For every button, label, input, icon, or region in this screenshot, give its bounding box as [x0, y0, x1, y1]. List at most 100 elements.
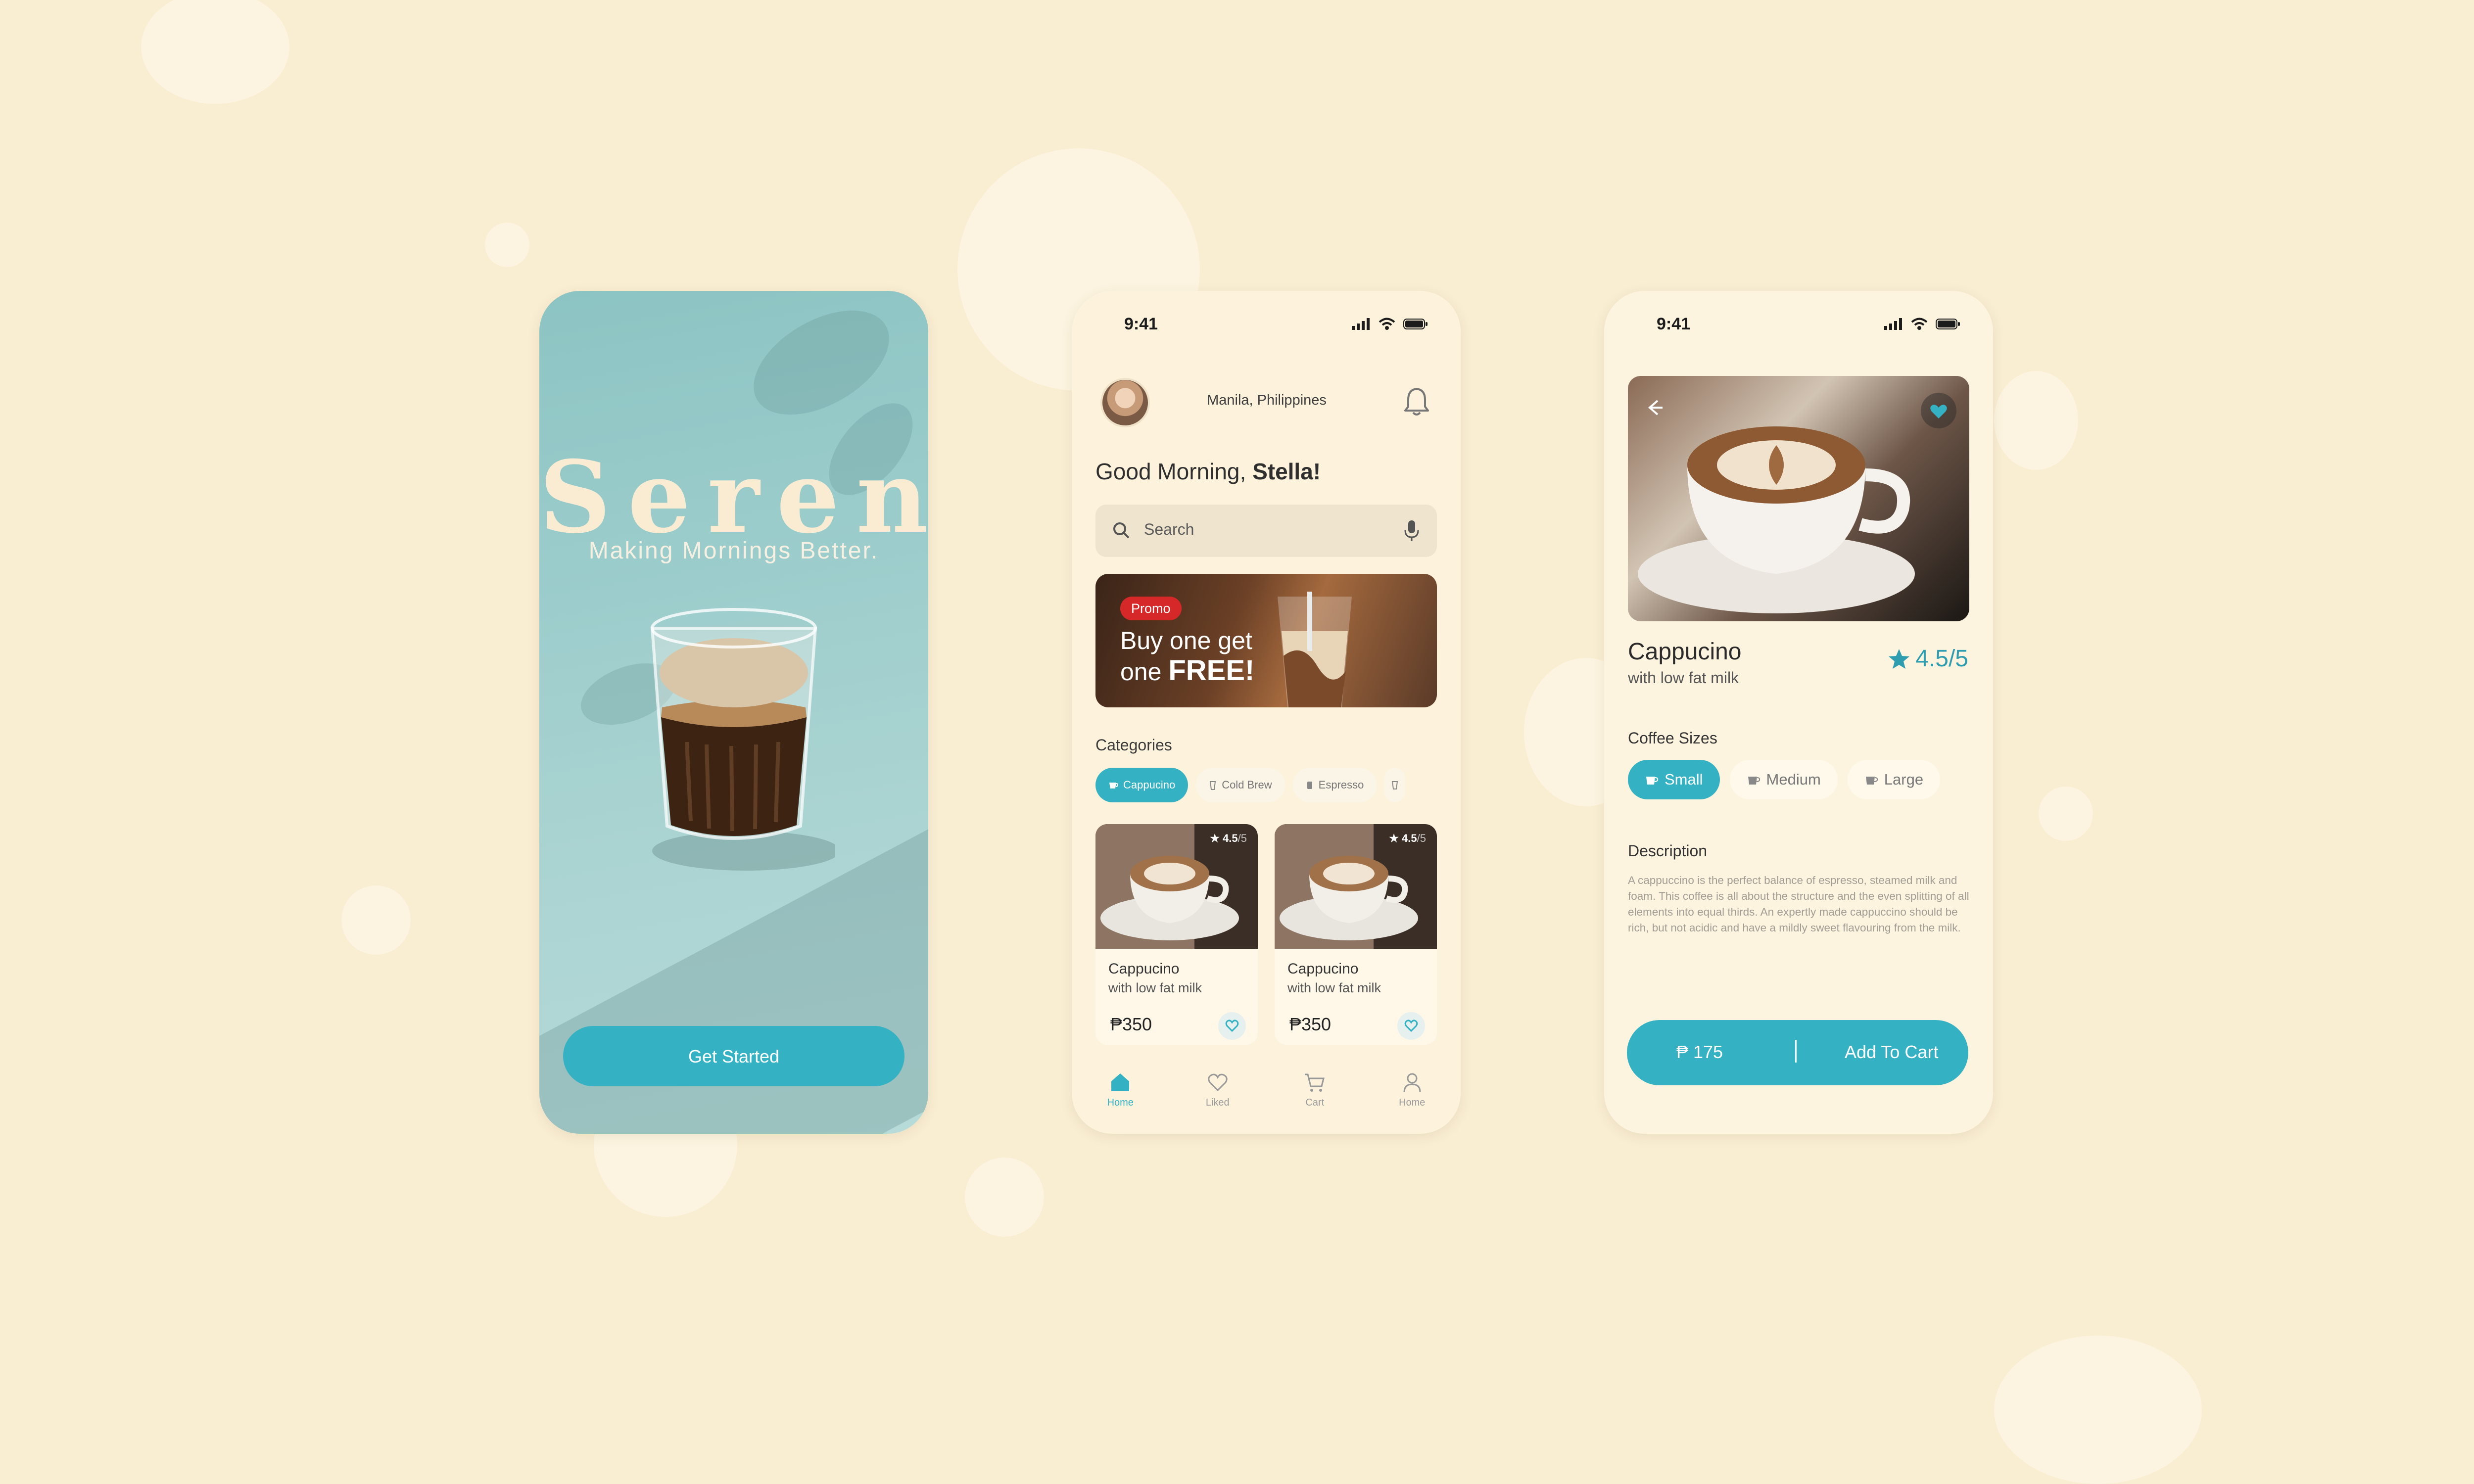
- promo-free-text: FREE!: [1168, 654, 1255, 687]
- product-detail-screen: 9:41 Cappucino with low fat milk 4.5/5 C…: [1604, 291, 1993, 1134]
- product-price: ₱350: [1289, 1014, 1332, 1034]
- tab-profile[interactable]: Home: [1382, 1067, 1442, 1132]
- user-icon: [1403, 1073, 1421, 1093]
- bell-icon[interactable]: [1399, 384, 1434, 418]
- add-to-cart-label: Add To Cart: [1845, 1042, 1939, 1062]
- heart-icon: [1208, 1073, 1228, 1092]
- cup-icon: [1109, 783, 1118, 788]
- tab-label: Home: [1107, 1097, 1134, 1108]
- category-label: Espresso: [1318, 779, 1364, 791]
- background-bokeh: [1994, 1336, 2202, 1484]
- coffee-glass-image: [650, 608, 835, 871]
- tab-label: Cart: [1305, 1097, 1325, 1108]
- category-chip-cappucino[interactable]: Cappucino: [1095, 768, 1189, 802]
- heart-icon: [1225, 1020, 1239, 1032]
- category-chips: Cappucino Cold Brew Espresso: [1095, 768, 1406, 802]
- category-chip-espresso[interactable]: Espresso: [1292, 768, 1377, 802]
- search-placeholder: Search: [1144, 520, 1194, 538]
- size-label: Medium: [1766, 771, 1821, 788]
- promo-headline-line1: Buy one get: [1120, 627, 1252, 654]
- background-bokeh: [485, 223, 529, 267]
- sizes-title: Coffee Sizes: [1628, 729, 1717, 747]
- size-selector: Small Medium Large: [1628, 760, 1941, 799]
- size-option-large[interactable]: Large: [1847, 760, 1941, 799]
- search-input[interactable]: Search: [1095, 505, 1437, 557]
- greeting: Good Morning, Stella!: [1095, 458, 1321, 485]
- cup-icon: [1748, 777, 1760, 785]
- product-card[interactable]: ★ 4.5/5 Cappucino with low fat milk ₱350: [1275, 824, 1437, 1045]
- cart-price: ₱ 175: [1676, 1042, 1723, 1062]
- favorite-button[interactable]: [1921, 393, 1956, 428]
- background-bokeh: [141, 0, 289, 104]
- cold-brew-icon: [1210, 781, 1216, 790]
- size-label: Small: [1665, 771, 1703, 788]
- get-started-button[interactable]: Get Started: [563, 1026, 904, 1086]
- product-subtitle: with low fat milk: [1628, 669, 1739, 687]
- product-hero-image: [1628, 376, 1969, 621]
- promo-badge: Promo: [1120, 597, 1182, 620]
- rating-max: /5: [1237, 832, 1247, 844]
- status-time: 9:41: [1124, 315, 1158, 333]
- add-to-cart-button[interactable]: ₱ 175 Add To Cart: [1627, 1020, 1968, 1085]
- rating-max: /5: [1417, 832, 1426, 844]
- category-chip-cold-brew[interactable]: Cold Brew: [1196, 768, 1285, 802]
- favorite-button[interactable]: [1218, 1012, 1246, 1040]
- heart-icon: [1404, 1020, 1418, 1032]
- home-icon: [1111, 1073, 1130, 1091]
- background-bokeh: [341, 885, 411, 955]
- product-subtitle: with low fat milk: [1287, 980, 1381, 995]
- signal-icon: [1352, 318, 1370, 330]
- promo-banner[interactable]: Promo Buy one get one FREE!: [1095, 574, 1437, 707]
- status-bar: 9:41: [1604, 310, 1993, 339]
- cup-icon: [1646, 777, 1659, 785]
- category-label: Cappucino: [1123, 779, 1176, 791]
- search-icon: [1113, 522, 1130, 539]
- product-subtitle: with low fat milk: [1108, 980, 1202, 995]
- rating-badge: ★ 4.5/5: [1389, 832, 1426, 844]
- promo-headline-line2: one FREE!: [1120, 654, 1254, 687]
- location-label[interactable]: Manila, Philippines: [1166, 388, 1368, 413]
- favorite-button[interactable]: [1397, 1012, 1425, 1040]
- mic-icon[interactable]: [1403, 519, 1420, 542]
- cup-icon: [1392, 781, 1398, 789]
- tab-label: Liked: [1205, 1097, 1230, 1108]
- status-time: 9:41: [1657, 315, 1691, 333]
- product-price: ₱350: [1110, 1014, 1152, 1034]
- tab-cart[interactable]: Cart: [1285, 1067, 1344, 1132]
- product-rating: 4.5/5: [1888, 645, 1968, 672]
- product-card[interactable]: ★ 4.5/5 Cappucino with low fat milk ₱350: [1095, 824, 1258, 1045]
- cart-icon: [1305, 1073, 1325, 1092]
- category-chip-more[interactable]: [1384, 768, 1406, 802]
- rating-value: 4.5: [1402, 832, 1417, 844]
- size-label: Large: [1884, 771, 1924, 788]
- product-name: Cappucino: [1108, 961, 1180, 977]
- cappuccino-image: [1638, 426, 1915, 613]
- heart-icon: [1930, 405, 1947, 418]
- home-screen: 9:41 Manila, Philippines Good Morning, S…: [1072, 291, 1461, 1134]
- tagline: Making Mornings Better.: [588, 538, 879, 564]
- categories-title: Categories: [1095, 736, 1172, 754]
- avatar[interactable]: [1100, 378, 1150, 427]
- splash-screen: Serene Making Mornings Better. Get Start…: [539, 291, 928, 1134]
- product-name: Cappucino: [1287, 961, 1359, 977]
- greeting-name: Stella!: [1252, 459, 1321, 484]
- category-label: Cold Brew: [1222, 779, 1272, 791]
- promo-line2-prefix: one: [1120, 658, 1162, 686]
- background-bokeh: [2039, 787, 2093, 841]
- size-option-small[interactable]: Small: [1628, 760, 1720, 799]
- background-bokeh: [1994, 371, 2078, 470]
- status-bar: 9:41: [1072, 310, 1461, 339]
- espresso-icon: [1307, 782, 1312, 789]
- rating-value: 4.5/5: [1915, 646, 1968, 672]
- wifi-icon: [1379, 318, 1395, 330]
- battery-icon: [1936, 319, 1960, 329]
- description-text: A cappuccino is the perfect balance of e…: [1628, 874, 1969, 934]
- star-icon: [1889, 649, 1910, 669]
- description-title: Description: [1628, 842, 1708, 860]
- tab-liked[interactable]: Liked: [1188, 1067, 1247, 1132]
- back-arrow-icon[interactable]: [1643, 396, 1666, 419]
- product-name: Cappucino: [1628, 639, 1742, 665]
- size-option-medium[interactable]: Medium: [1729, 760, 1838, 799]
- tab-home[interactable]: Home: [1091, 1067, 1150, 1132]
- cup-icon: [1865, 777, 1878, 785]
